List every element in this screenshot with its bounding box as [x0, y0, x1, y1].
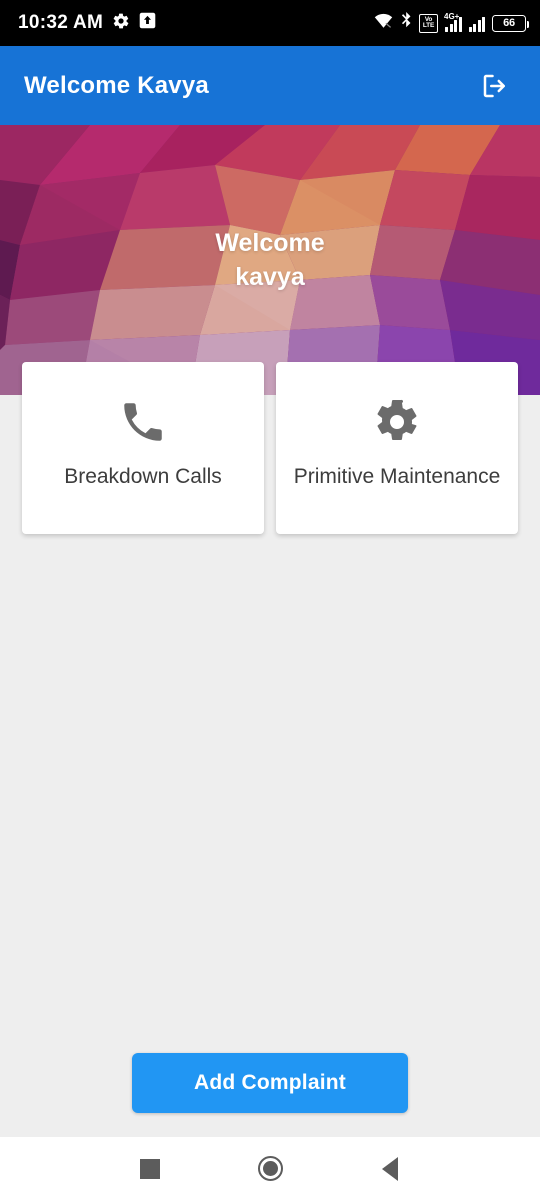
- hero-line-2: kavya: [235, 263, 305, 291]
- card-primitive-maintenance[interactable]: Primitive Maintenance: [276, 362, 518, 534]
- card-label: Primitive Maintenance: [293, 465, 501, 488]
- card-breakdown-calls[interactable]: Breakdown Calls: [22, 362, 264, 534]
- cta-container: Add Complaint: [0, 1053, 540, 1113]
- app-bar: Welcome Kavya: [0, 46, 540, 125]
- status-bar-right: Vo LTE 4G+ 66: [374, 11, 529, 35]
- feature-cards: Breakdown Calls Primitive Maintenance: [0, 362, 540, 534]
- phone-icon: [118, 394, 168, 450]
- status-bar-clock: 10:32 AM: [18, 12, 104, 33]
- volte-icon: Vo LTE: [419, 13, 438, 33]
- page-title: Welcome Kavya: [24, 71, 209, 99]
- wifi-icon: [374, 13, 393, 34]
- app-screen: 10:32 AM Vo LTE 4G+ 66 Welcome Kavya Wel…: [0, 0, 540, 1200]
- bluetooth-icon: [400, 11, 412, 35]
- status-bar: 10:32 AM Vo LTE 4G+ 66: [0, 0, 540, 46]
- battery-icon: 66: [492, 14, 529, 32]
- home-circle-icon[interactable]: [244, 1143, 296, 1195]
- back-triangle-icon[interactable]: [364, 1143, 416, 1195]
- logout-icon[interactable]: [472, 63, 518, 109]
- signal-4gplus-icon: 4G+: [444, 12, 462, 32]
- hero-text: Welcome kavya: [0, 125, 540, 395]
- upload-box-icon: [139, 12, 156, 34]
- recents-square-icon[interactable]: [124, 1143, 176, 1195]
- hero-banner: Welcome kavya: [0, 125, 540, 395]
- hero-line-1: Welcome: [215, 229, 325, 257]
- card-label: Breakdown Calls: [64, 465, 222, 488]
- gear-icon: [112, 12, 130, 35]
- signal-icon: [468, 15, 485, 32]
- add-complaint-button[interactable]: Add Complaint: [132, 1053, 408, 1113]
- status-bar-left: 10:32 AM: [18, 12, 156, 35]
- gear-icon: [373, 394, 421, 450]
- android-nav-bar: [0, 1137, 540, 1200]
